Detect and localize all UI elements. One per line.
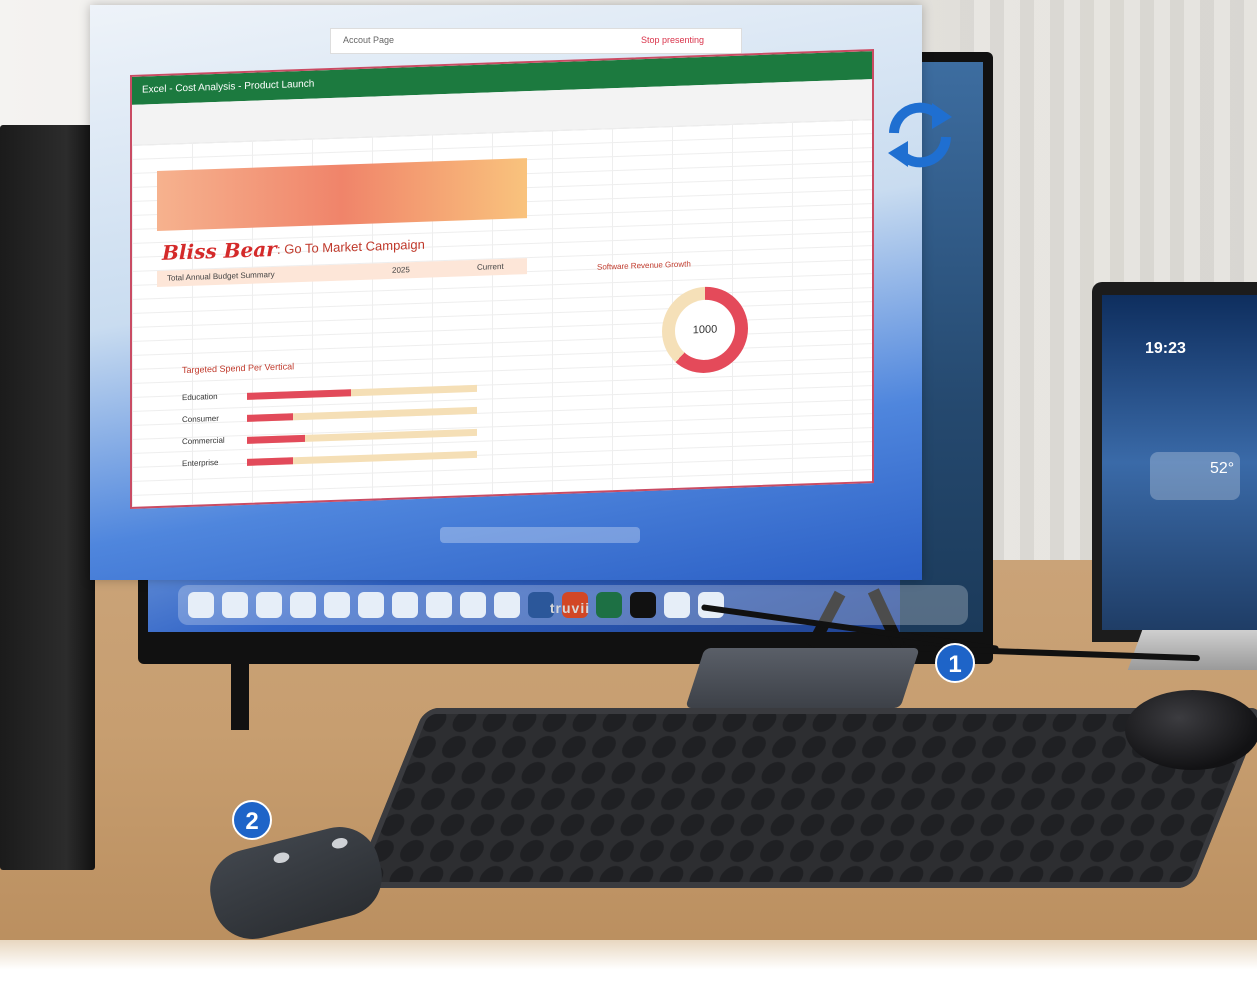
apple-tv-icon[interactable] xyxy=(630,592,656,618)
excel-title: Excel - Cost Analysis - Product Launch xyxy=(142,78,315,96)
ssd-light xyxy=(330,836,349,851)
app-store-icon[interactable] xyxy=(222,592,248,618)
monitor-brand-logo: truvii xyxy=(549,600,591,616)
facetime-icon[interactable] xyxy=(460,592,486,618)
excel-window[interactable]: Excel - Cost Analysis - Product Launch B… xyxy=(130,49,874,509)
notes-icon[interactable] xyxy=(358,592,384,618)
weather-temp: 52° xyxy=(1210,460,1235,477)
badge-two: 2 xyxy=(232,800,272,840)
mail-icon[interactable] xyxy=(290,592,316,618)
photos-icon[interactable] xyxy=(494,592,520,618)
keyboard-frame xyxy=(352,708,1257,888)
brand-name: Bliss Bear xyxy=(162,236,277,265)
mouse xyxy=(1125,690,1257,770)
monitor-leg-left xyxy=(231,660,249,730)
laptop-base xyxy=(1127,630,1257,670)
pc-tower xyxy=(0,125,95,870)
desk-edge xyxy=(0,940,1257,989)
finder-icon[interactable] xyxy=(188,592,214,618)
sync-icon xyxy=(888,102,952,168)
messages-icon[interactable] xyxy=(426,592,452,618)
bar-label: Education xyxy=(182,391,218,403)
windows-taskbar[interactable] xyxy=(440,527,640,543)
stop-presenting-button[interactable]: Stop presenting xyxy=(641,35,704,45)
bar-label: Commercial xyxy=(182,435,225,447)
badge-one: 1 xyxy=(935,643,975,683)
safari-icon[interactable] xyxy=(256,592,282,618)
kvm-switch-hub xyxy=(685,648,920,708)
laptop-clock: 19:23 xyxy=(1145,340,1186,357)
settings-icon[interactable] xyxy=(324,592,350,618)
budget-col-current: Current xyxy=(477,261,504,272)
share-toolbar[interactable]: Accout Page Stop presenting xyxy=(330,28,742,54)
budget-col-year: 2025 xyxy=(392,265,410,275)
budget-table-label: Total Annual Budget Summary xyxy=(167,269,275,283)
donut-value: 1000 xyxy=(692,323,718,337)
ssd-light xyxy=(272,850,291,865)
maps-icon[interactable] xyxy=(392,592,418,618)
bar-label: Enterprise xyxy=(182,457,219,469)
launchpad-icon[interactable] xyxy=(664,592,690,618)
bar-label: Consumer xyxy=(182,413,219,425)
share-toolbar-title: Accout Page xyxy=(343,35,395,45)
